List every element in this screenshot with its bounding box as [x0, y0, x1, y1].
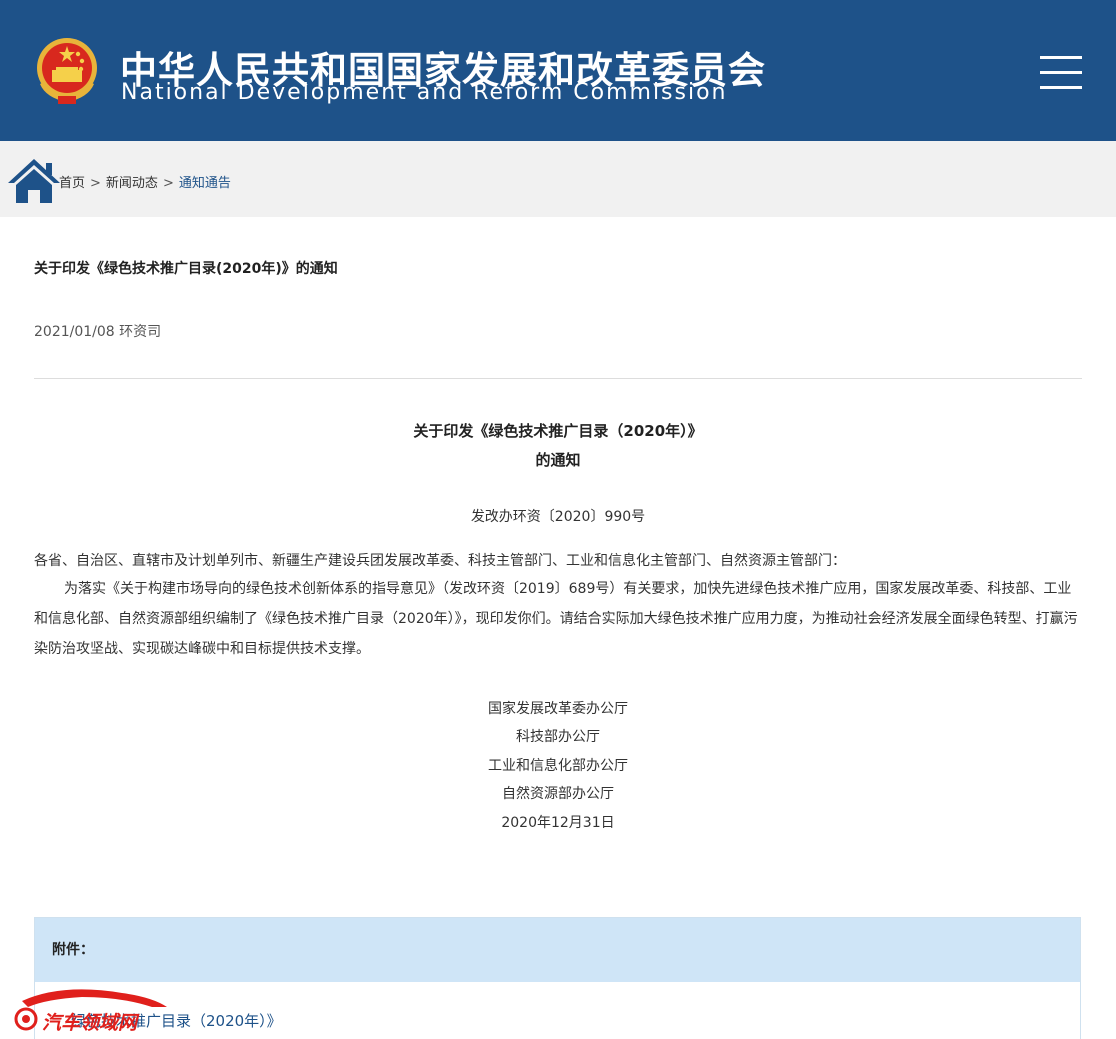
attachment-label: 附件： [35, 918, 1080, 982]
signatory-ndrc: 国家发展改革委办公厅 [488, 701, 628, 717]
document-date: 2020年12月31日 [501, 815, 615, 831]
svg-text:汽车领域网: 汽车领域网 [42, 1012, 140, 1034]
document-number: 发改办环资〔2020〕990号 [470, 509, 646, 525]
hamburger-menu-icon[interactable] [1040, 56, 1084, 90]
home-icon[interactable] [6, 157, 62, 205]
document-heading-line2: 的通知 [535, 451, 581, 469]
breadcrumb-current-link[interactable]: 通知通告 [179, 176, 231, 191]
watermark-logo-icon: 汽车领域网 [14, 989, 167, 1034]
signatory-miit: 工业和信息化部办公厅 [488, 758, 628, 774]
site-header: 中华人民共和国国家发展和改革委员会 National Development a… [0, 0, 1116, 141]
divider [34, 378, 1082, 379]
breadcrumb-news-link[interactable]: 新闻动态 [106, 176, 158, 191]
breadcrumb-separator: > [162, 176, 174, 191]
breadcrumb: 首页 > 新闻动态 > 通知通告 [59, 172, 231, 191]
article-meta: 2021/01/08 环资司 [34, 324, 162, 340]
document-body: 为落实《关于构建市场导向的绿色技术创新体系的指导意见》（发改环资〔2019〕68… [34, 581, 1078, 657]
breadcrumb-separator: > [90, 176, 101, 191]
document-recipients: 各省、自治区、直辖市及计划单列市、新疆生产建设兵团发展改革委、科技主管部门、工业… [34, 553, 846, 569]
signatory-most: 科技部办公厅 [516, 729, 600, 745]
site-title-en[interactable]: National Development and Reform Commissi… [121, 80, 728, 105]
breadcrumb-home-link[interactable]: 首页 [59, 176, 85, 191]
national-emblem-icon [37, 38, 97, 104]
attachment-panel: 附件： 绿色技术推广目录（2020年）》 [34, 917, 1081, 1039]
article-title: 关于印发《绿色技术推广目录(2020年)》的通知 [34, 261, 338, 277]
signatory-mnr: 自然资源部办公厅 [502, 786, 614, 802]
document-heading-line1: 关于印发《绿色技术推广目录（2020年）》 [413, 422, 703, 440]
